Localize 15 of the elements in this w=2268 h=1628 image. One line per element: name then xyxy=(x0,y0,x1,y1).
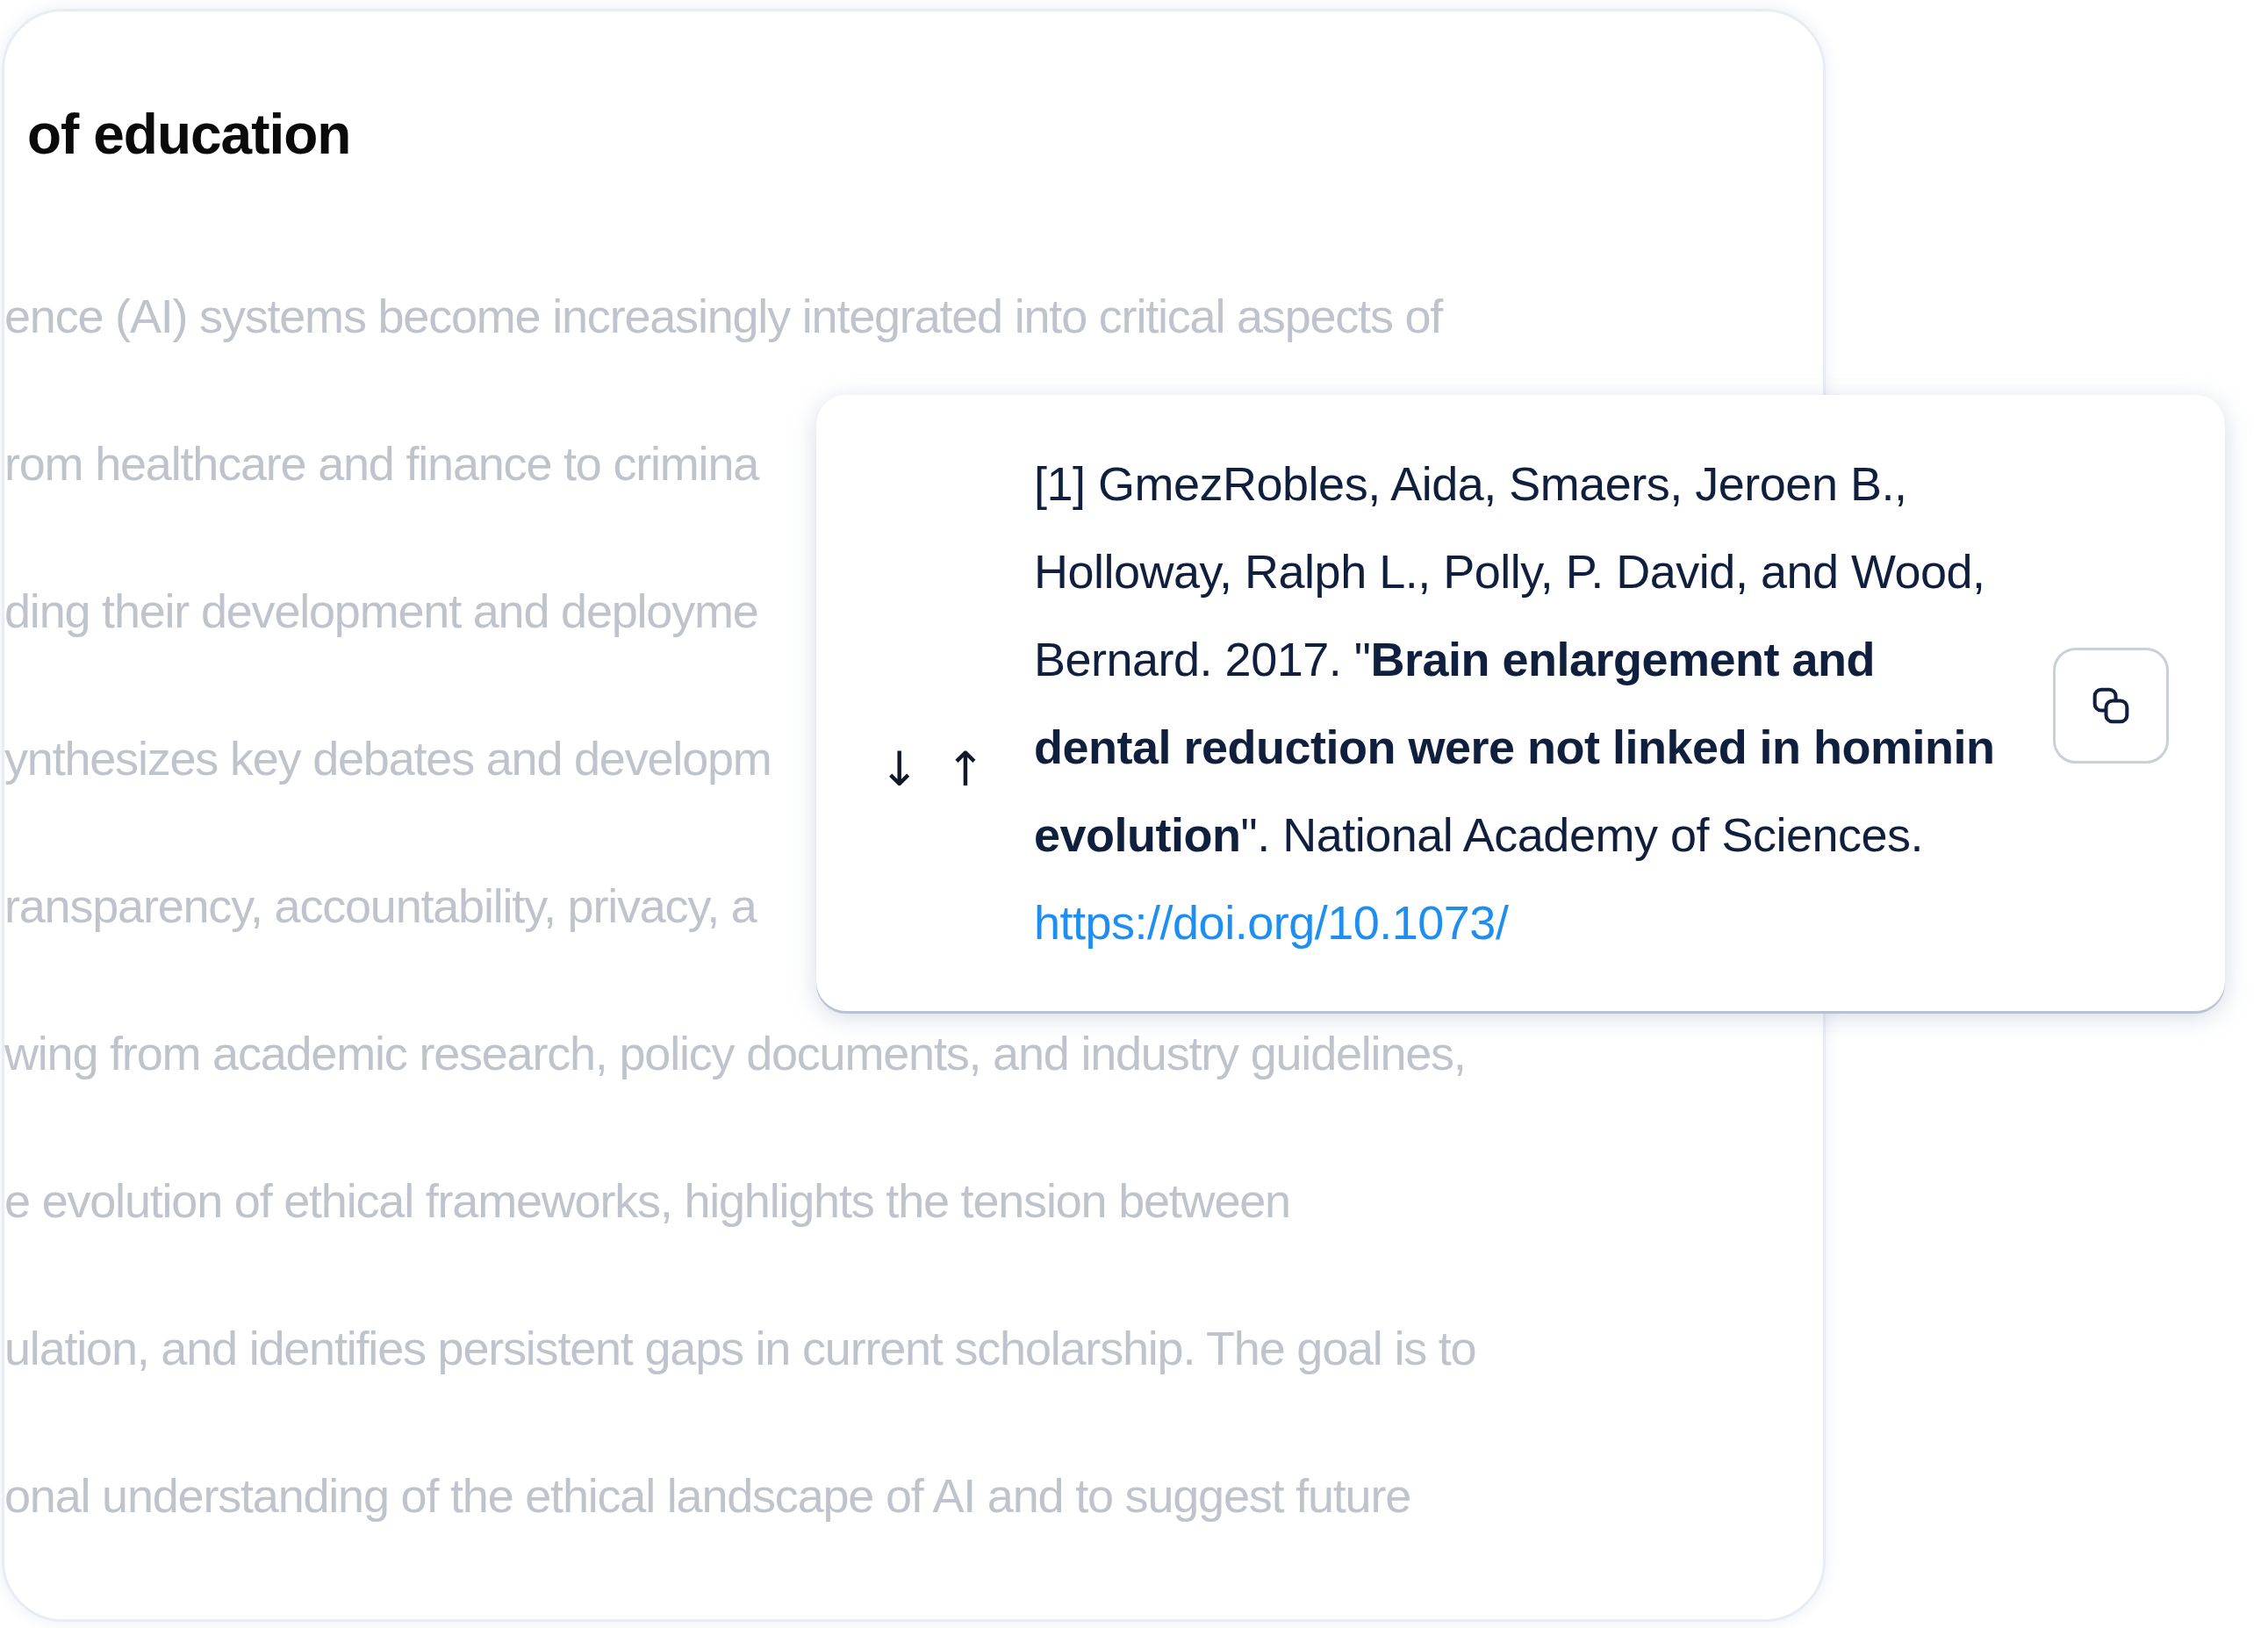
body-text-line: ding their development and deployme xyxy=(4,584,758,639)
body-text-line: onal understanding of the ethical landscape of AI and to suggest future xyxy=(4,1468,1410,1524)
body-text-line: wing from academic research, policy documents, and industry guidelines, xyxy=(4,1026,1466,1081)
body-text-line: ransparency, accountability, privacy, a xyxy=(4,879,757,934)
body-text-line: ynthesizes key debates and developm xyxy=(4,731,772,786)
body-text-line: e evolution of ethical frameworks, highlights the tension between xyxy=(4,1173,1290,1229)
document-title: of education xyxy=(27,102,352,168)
body-text-line: ence (AI) systems become increasingly integrated into critical aspects of xyxy=(4,289,1443,344)
body-text-line: rom healthcare and finance to crimina xyxy=(4,436,759,491)
body-text-line: ulation, and identifies persistent gaps in current scholarship. The goal is to xyxy=(4,1321,1476,1376)
copy-button[interactable] xyxy=(2053,648,2169,764)
copy-icon xyxy=(2092,686,2130,725)
citation-text: [1] GmezRobles, Aida, Smaers, Jeroen B., Holloway, Ralph L., Polly, P. David, and Wood, Bernard. 2017. "Brain enlargement and dental reduction were not linked in hominin evolution". National Academy of Sciences. https://doi.org/10.1073/ xyxy=(1034,456,1995,950)
nav-arrow-button[interactable]: ↓ xyxy=(879,741,920,797)
nav-arrow-button[interactable]: ↑ xyxy=(945,741,986,797)
